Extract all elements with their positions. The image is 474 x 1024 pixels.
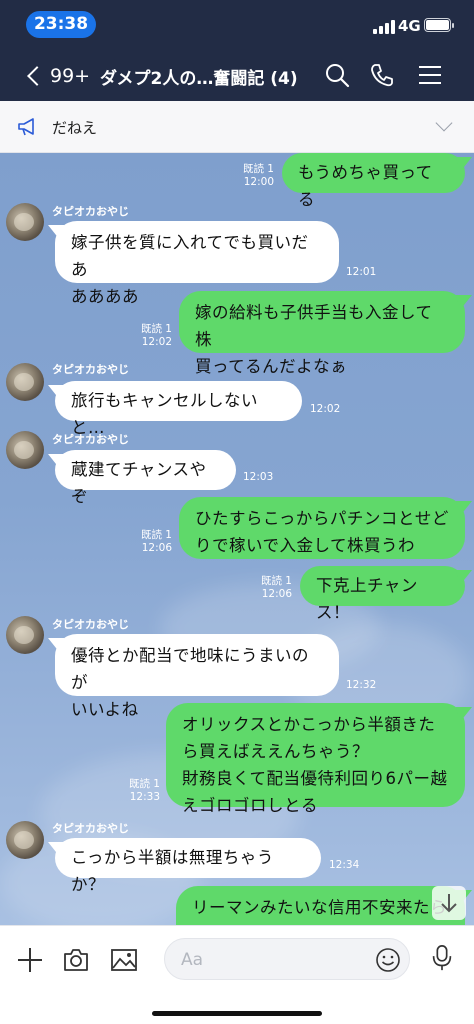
scroll-down-icon[interactable] xyxy=(432,886,466,920)
unread-count: 99+ xyxy=(50,65,91,87)
message-time: 12:03 xyxy=(243,471,274,483)
message-bubble-in[interactable]: 嫁子供を質に入れてでも買いだあ ああああ xyxy=(55,221,339,306)
avatar[interactable] xyxy=(6,821,44,859)
message-bubble-out[interactable]: 嫁の給料も子供手当も入金して株 買ってるんだよなぁ xyxy=(179,291,465,376)
emoji-icon[interactable] xyxy=(375,947,401,973)
phone-icon[interactable] xyxy=(369,62,395,88)
message-time: 12:34 xyxy=(329,859,360,871)
sender-name: タピオカおやじ xyxy=(52,205,129,218)
avatar[interactable] xyxy=(6,203,44,241)
back-chevron-icon xyxy=(27,66,47,86)
input-bar xyxy=(0,925,474,1024)
avatar[interactable] xyxy=(6,363,44,401)
message-input[interactable] xyxy=(181,948,361,972)
home-indicator xyxy=(152,1011,322,1016)
menu-icon[interactable] xyxy=(417,62,443,88)
chat-area[interactable]: 既読 1 12:00 もうめちゃ買ってる タピオカおやじ 嫁子供を質に入れてでも買… xyxy=(0,153,474,925)
message-bubble-out[interactable]: ひたすらこっからパチンコとせど りで稼いで入金して株買うわ xyxy=(179,497,465,559)
microphone-icon[interactable] xyxy=(428,944,456,972)
chat-title: ダメプ2人の…奮闘記 (4) xyxy=(100,69,298,89)
message-field[interactable] xyxy=(164,938,410,980)
avatar[interactable] xyxy=(6,616,44,654)
read-receipt: 既読 1 12:06 xyxy=(140,529,172,554)
message-time: 12:32 xyxy=(346,679,377,691)
message-bubble-out[interactable]: 下克上チャンス！ xyxy=(300,566,465,622)
read-receipt: 既読 1 12:02 xyxy=(140,323,172,348)
network-label: 4G xyxy=(398,17,421,35)
message-bubble-out[interactable]: もうめちゃ買ってる xyxy=(282,153,465,209)
announcement-text: だねえ xyxy=(52,119,98,137)
sender-name: タピオカおやじ xyxy=(52,822,129,835)
camera-icon[interactable] xyxy=(62,946,90,974)
image-icon[interactable] xyxy=(110,946,138,974)
expand-chevron-icon[interactable] xyxy=(435,114,453,132)
battery-icon xyxy=(424,18,454,32)
sender-name: タピオカおやじ xyxy=(52,363,129,376)
message-time: 12:02 xyxy=(310,403,341,415)
announcement-bar[interactable]: だねえ xyxy=(0,101,474,153)
message-bubble-out[interactable]: オリックスとかこっから半額きた ら買えばええんちゃう？ 財務良くて配当優待利回り… xyxy=(166,703,465,815)
avatar[interactable] xyxy=(6,431,44,469)
top-header: 23:38 4G 99+ ダメプ2人の…奮闘記 (4) xyxy=(0,0,474,101)
plus-icon[interactable] xyxy=(16,946,44,974)
sender-name: タピオカおやじ xyxy=(52,433,129,446)
message-bubble-in[interactable]: 旅行もキャンセルしないと… xyxy=(55,381,302,437)
message-time: 12:01 xyxy=(346,266,377,278)
sender-name: タピオカおやじ xyxy=(52,618,129,631)
read-receipt: 既読 1 12:00 xyxy=(242,163,274,188)
status-time: 23:38 xyxy=(26,11,96,38)
search-icon[interactable] xyxy=(324,62,350,88)
message-bubble-in[interactable]: こっから半額は無理ちゃうか？ xyxy=(55,838,321,894)
megaphone-icon xyxy=(18,118,34,136)
message-bubble-in[interactable]: 優待とか配当で地味にうまいのが いいよね xyxy=(55,634,339,719)
back-button[interactable]: 99+ xyxy=(24,60,90,92)
message-bubble-out[interactable]: リーマンみたいな信用不安来たら 来るかも xyxy=(176,886,465,925)
read-receipt: 既読 1 12:33 xyxy=(128,778,160,803)
message-bubble-in[interactable]: 蔵建てチャンスやぞ xyxy=(55,450,236,506)
signal-icon xyxy=(373,20,395,34)
read-receipt: 既読 1 12:06 xyxy=(260,575,292,600)
